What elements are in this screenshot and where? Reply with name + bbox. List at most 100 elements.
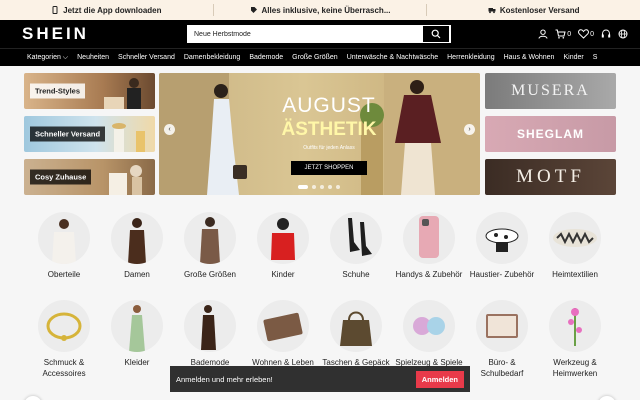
category-item[interactable]: Bademode [175,300,245,368]
banner-label: Schneller Versand [30,126,106,142]
banner-trend-styles[interactable]: Trend-Styles [24,73,155,109]
header-icons: 0 0 [538,29,628,39]
login-toast: Anmelden und mehr erleben! Anmelden [170,366,470,392]
nav-item[interactable]: S [593,54,598,61]
banner-label: MUSERA [511,82,590,99]
banner-motf[interactable]: MOTF [485,159,616,195]
carousel-dot[interactable] [312,185,316,189]
nav-item[interactable]: Haus & Wohnen [504,54,555,61]
truck-icon [488,8,496,14]
category-item[interactable]: Büro- & Schulbedarf [467,300,537,379]
cart-count: 0 [567,30,572,38]
banner-label: MOTF [516,166,585,187]
category-item[interactable]: Große Größen [175,212,245,280]
category-label: Oberteile [47,270,81,279]
promo-item-shipping[interactable]: Kostenloser Versand [427,4,640,16]
site-header: SHEIN 0 0 [0,20,640,48]
category-item[interactable]: Oberteile [29,212,99,280]
category-image [330,300,382,352]
chevron-left-icon: ‹ [168,126,171,133]
carousel-dot[interactable] [320,185,324,189]
category-label: Haustier- Zubehör [469,270,535,279]
banner-musera[interactable]: MUSERA [485,73,616,109]
main-content: Trend-Styles Schneller Versand Cosy Zuha… [0,66,640,400]
search-button[interactable] [423,26,449,42]
category-item[interactable]: Werkzeug & Heimwerken [540,300,610,379]
category-item[interactable]: Kleider [102,300,172,368]
category-item[interactable]: Kinder [248,212,318,280]
category-label: Große Größen [183,270,236,279]
banner-label: Cosy Zuhause [30,169,92,185]
globe-icon[interactable] [618,29,628,39]
heart-icon [578,29,590,39]
nav-item[interactable]: Schneller Versand [118,54,175,61]
category-image [403,300,455,352]
nav-item[interactable]: Kinder [563,54,583,61]
user-icon[interactable] [538,29,548,39]
banner-schneller-versand[interactable]: Schneller Versand [24,116,155,152]
cart-icon [555,29,566,39]
search-input[interactable] [188,26,423,42]
promo-item-inclusive[interactable]: Alles inklusive, keine Überrasch... [214,4,428,16]
category-item[interactable]: Spielzeug & Spiele [394,300,464,368]
category-image [330,212,382,264]
banner-sheglam[interactable]: SHEGLAM [485,116,616,152]
category-item[interactable]: Handys & Zubehör [394,212,464,280]
nav-item-kategorien[interactable]: Kategorien ⌵ [27,54,68,62]
category-image [111,212,163,264]
banner-cosy-zuhause[interactable]: Cosy Zuhause [24,159,155,195]
category-prev-button[interactable]: ‹ [24,396,42,400]
banner-label: Trend-Styles [30,83,86,99]
cart-button[interactable]: 0 [555,29,571,39]
category-image [257,300,309,352]
hero-next-button[interactable]: › [464,124,475,135]
nav-item[interactable]: Bademode [249,54,283,61]
promo-text: Jetzt die App downloaden [63,5,162,15]
category-image [403,212,455,264]
tag-icon [250,7,257,13]
category-label: Damen [124,270,150,279]
category-image [38,300,90,352]
chevron-right-icon: › [468,126,471,133]
category-item[interactable]: Haustier- Zubehör [467,212,537,280]
hero-subtitle: Outfits für jeden Anlass [303,145,355,151]
category-image [184,300,236,352]
nav-item[interactable]: Unterwäsche & Nachtwäsche [347,54,438,61]
category-item[interactable]: Damen [102,212,172,280]
nav-item[interactable]: Damenbekleidung [184,54,240,61]
carousel-dots [298,185,340,189]
chevron-down-icon: ⌵ [60,53,69,61]
wishlist-button[interactable]: 0 [578,29,594,39]
category-label: Kinder [271,270,295,279]
carousel-dot[interactable] [336,185,340,189]
carousel-dot[interactable] [298,185,308,189]
category-row: Oberteile Damen Große Größen Kinder Schu… [0,212,640,302]
category-label: Schuhe [342,270,370,279]
shop-now-button[interactable]: JETZT SHOPPEN [291,161,367,175]
phone-icon [52,6,58,14]
category-label: Handys & Zubehör [395,270,463,279]
nav-item[interactable]: Herrenkleidung [447,54,494,61]
category-item[interactable]: Taschen & Gepäck [321,300,391,368]
category-image [476,300,528,352]
search-icon [431,29,441,39]
promo-text: Alles inklusive, keine Überrasch... [261,5,391,15]
category-item[interactable]: Wohnen & Leben [248,300,318,368]
hero-prev-button[interactable]: ‹ [164,124,175,135]
carousel-dot[interactable] [328,185,332,189]
category-nav: Kategorien ⌵ Neuheiten Schneller Versand… [0,48,640,66]
category-label: Schmuck & Accessoires [42,358,86,378]
shein-logo[interactable]: SHEIN [22,24,187,44]
hero-carousel[interactable]: AUGUST ÄSTHETIK Outfits für jeden Anlass… [159,73,480,195]
category-item[interactable]: Schuhe [321,212,391,280]
login-button[interactable]: Anmelden [415,370,464,388]
promo-item-app[interactable]: Jetzt die App downloaden [0,4,214,16]
nav-item[interactable]: Große Größen [292,54,338,61]
category-next-button[interactable]: › [598,396,616,400]
banner-area: Trend-Styles Schneller Versand Cosy Zuha… [24,73,616,195]
category-item[interactable]: Schmuck & Accessoires [29,300,99,379]
nav-item[interactable]: Neuheiten [77,54,109,61]
category-item[interactable]: Heimtextilien [540,212,610,280]
headset-icon[interactable] [601,29,611,39]
category-label: Werkzeug & Heimwerken [552,358,598,378]
